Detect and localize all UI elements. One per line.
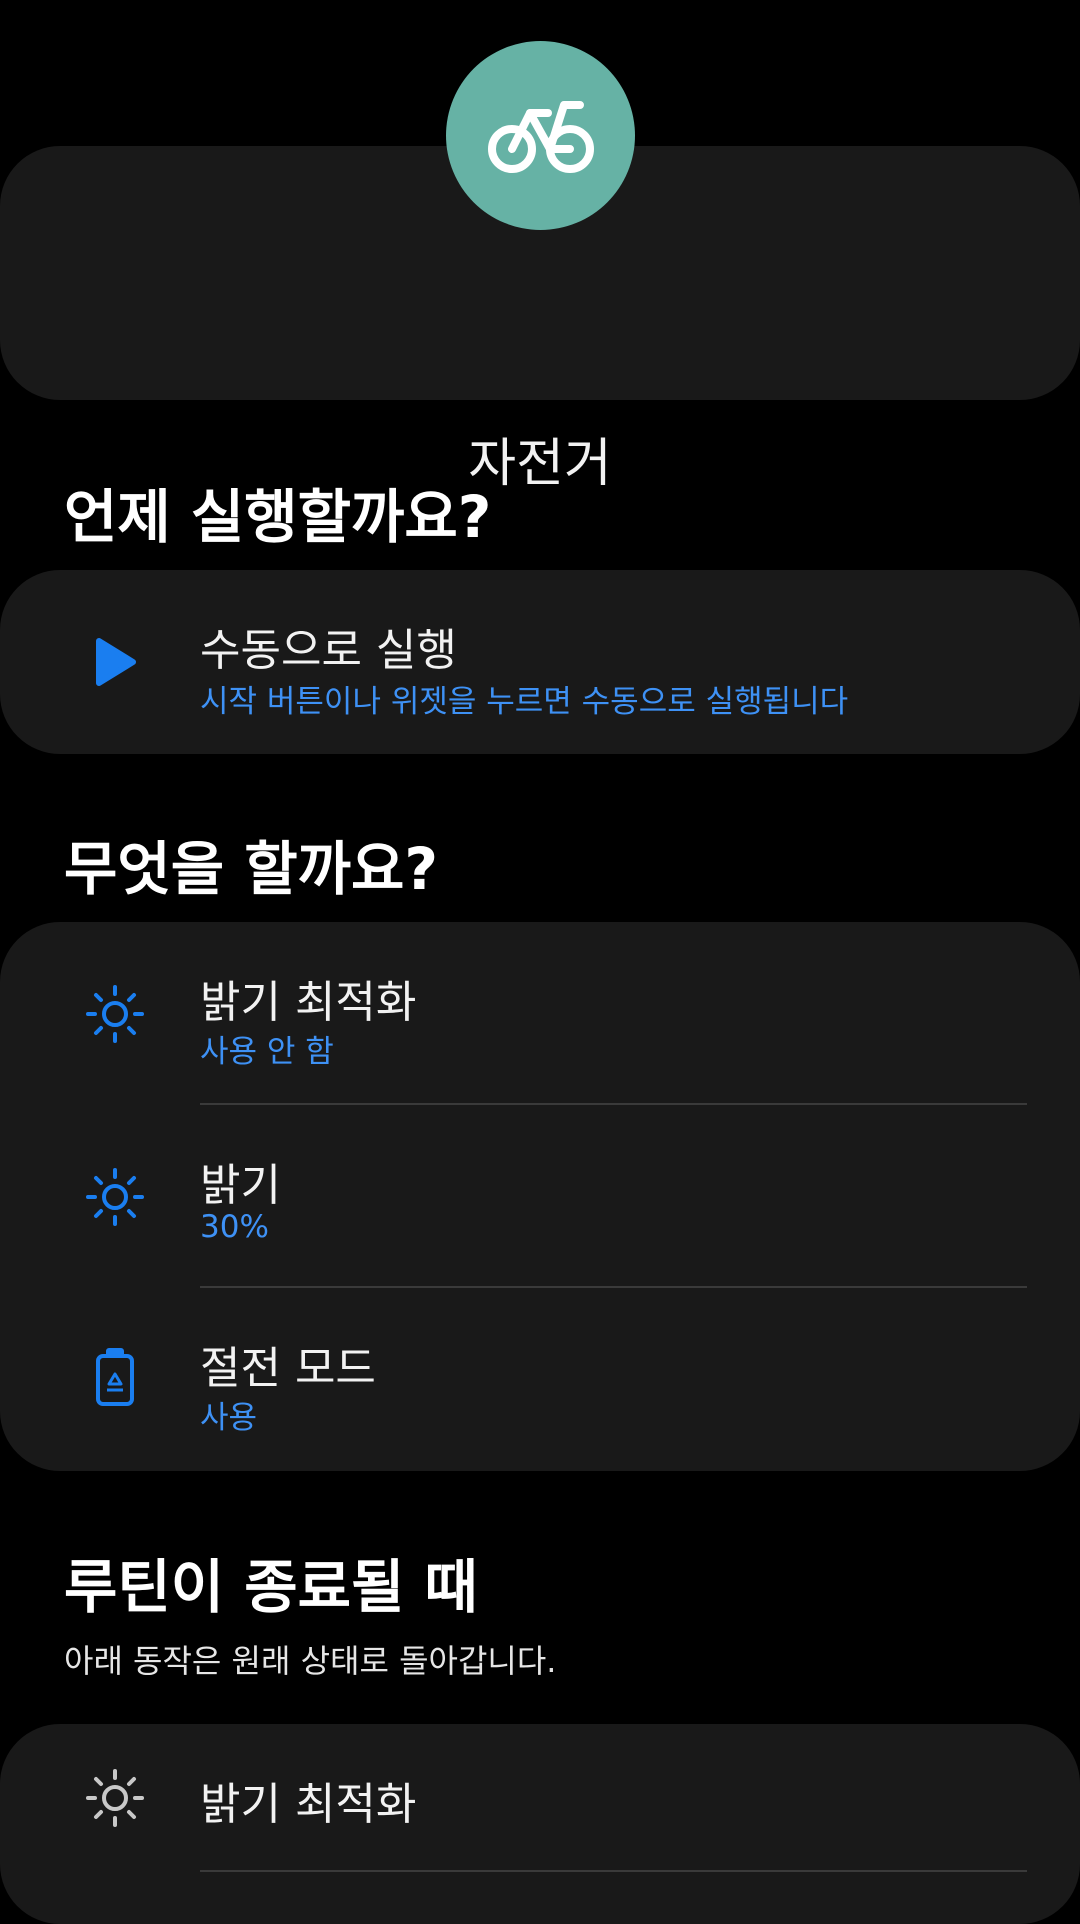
actions-card: 밝기 최적화 사용 안 함 밝기 30% 절전 모드 사용 [0,922,1080,1471]
end-section-description: 아래 동작은 원래 상태로 돌아갑니다. [64,1642,557,1680]
bicycle-icon [487,100,594,173]
trigger-subtitle: 시작 버튼이나 위젯을 누르면 수동으로 실행됩니다 [200,684,849,720]
action-title: 절전 모드 [200,1343,376,1394]
end-items-card: 밝기 최적화 [0,1724,1080,1924]
action-item-battery-saver[interactable]: 절전 모드 사용 [0,1288,1080,1471]
brightness-icon [85,1167,145,1227]
action-subtitle: 사용 안 함 [200,1034,334,1070]
action-item-brightness[interactable]: 밝기 30% [0,1105,1080,1288]
action-title: 밝기 [200,1160,281,1211]
trigger-title: 수동으로 실행 [200,625,457,676]
what-section-title: 무엇을 할까요? [64,835,438,903]
divider [200,1870,1027,1872]
battery-saver-icon [85,1342,145,1412]
action-title: 밝기 최적화 [200,977,417,1028]
action-item-adaptive-brightness[interactable]: 밝기 최적화 사용 안 함 [0,922,1080,1105]
end-section-title: 루틴이 종료될 때 [64,1553,478,1621]
action-subtitle: 30% [200,1209,269,1245]
action-subtitle: 사용 [200,1400,258,1436]
end-item-title: 밝기 최적화 [200,1779,417,1830]
routine-icon-button[interactable] [446,41,635,230]
play-icon [85,632,145,692]
end-item-adaptive-brightness[interactable]: 밝기 최적화 [0,1724,1080,1874]
trigger-card[interactable]: 수동으로 실행 시작 버튼이나 위젯을 누르면 수동으로 실행됩니다 [0,570,1080,754]
adaptive-brightness-icon [85,984,145,1044]
adaptive-brightness-icon [85,1768,145,1828]
when-section-title: 언제 실행할까요? [64,483,492,551]
